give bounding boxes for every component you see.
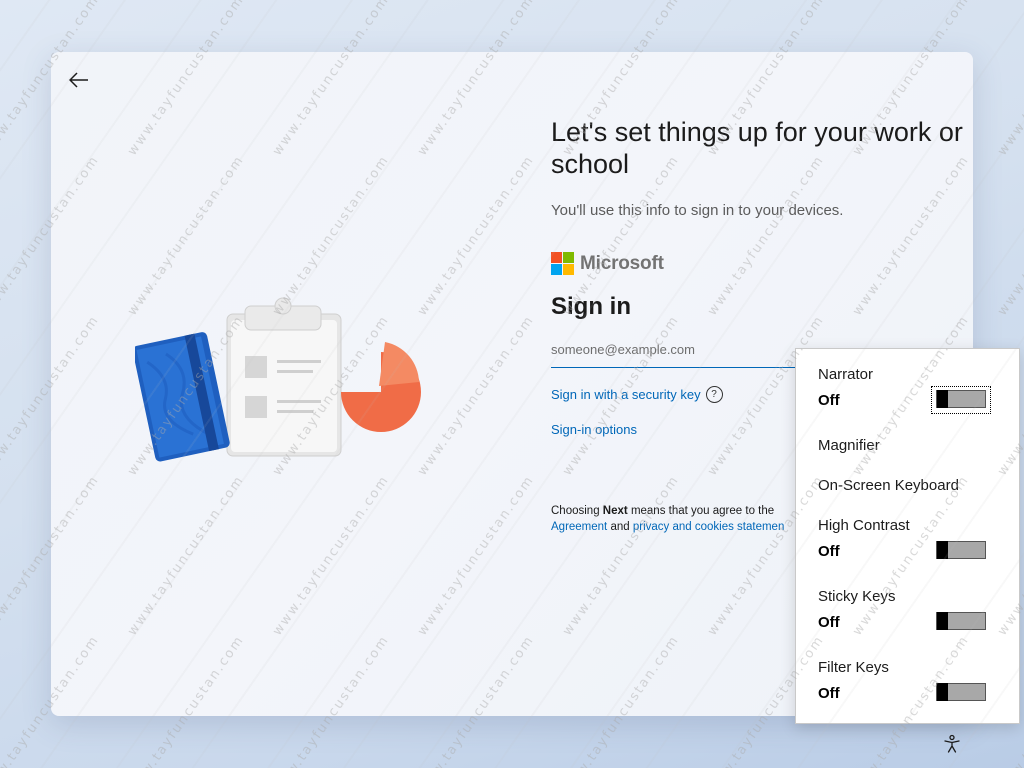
page-subtitle: You'll use this info to sign in to your … — [551, 202, 844, 219]
narrator-toggle[interactable] — [936, 390, 986, 408]
high-contrast-state: Off — [818, 543, 840, 560]
filter-keys-label: Filter Keys — [818, 659, 889, 676]
signin-heading: Sign in — [551, 293, 631, 320]
watermark-text: www.tayfuncustan.com — [995, 152, 1024, 319]
filter-keys-toggle[interactable] — [936, 683, 986, 701]
agreement-link[interactable]: Agreement — [551, 521, 607, 533]
email-field-wrapper — [551, 341, 796, 368]
watermark-text: www.tayfuncustan.com — [995, 0, 1024, 159]
microsoft-logo-icon — [551, 252, 574, 275]
back-arrow-icon — [69, 72, 88, 88]
security-key-link[interactable]: Sign in with a security key — [551, 387, 701, 402]
work-school-illustration — [135, 297, 421, 462]
accessibility-button[interactable] — [942, 734, 962, 754]
privacy-link[interactable]: privacy and cookies statemen — [633, 521, 785, 533]
sticky-keys-label: Sticky Keys — [818, 588, 896, 605]
microsoft-logo: Microsoft — [551, 252, 971, 275]
email-field[interactable] — [551, 342, 796, 357]
accessibility-flyout: Narrator Off Magnifier On-Screen Keyboar… — [795, 348, 1020, 724]
high-contrast-label: High Contrast — [818, 517, 910, 534]
narrator-state: Off — [818, 392, 840, 409]
help-icon[interactable]: ? — [705, 386, 723, 403]
sticky-keys-toggle[interactable] — [936, 612, 986, 630]
narrator-label: Narrator — [818, 366, 874, 383]
accessibility-icon — [944, 734, 960, 753]
page-title: Let's set things up for your work or sch… — [551, 117, 963, 179]
high-contrast-toggle[interactable] — [936, 541, 986, 559]
microsoft-wordmark: Microsoft — [580, 252, 664, 274]
filter-keys-state: Off — [818, 685, 840, 702]
magnifier-item[interactable]: Magnifier — [818, 437, 880, 454]
agreement-text: Choosing Next means that you agree to th… — [551, 505, 785, 533]
onscreen-keyboard-item[interactable]: On-Screen Keyboard — [818, 477, 959, 494]
sticky-keys-state: Off — [818, 614, 840, 631]
back-button[interactable] — [65, 66, 93, 94]
signin-options-link[interactable]: Sign-in options — [551, 422, 637, 437]
